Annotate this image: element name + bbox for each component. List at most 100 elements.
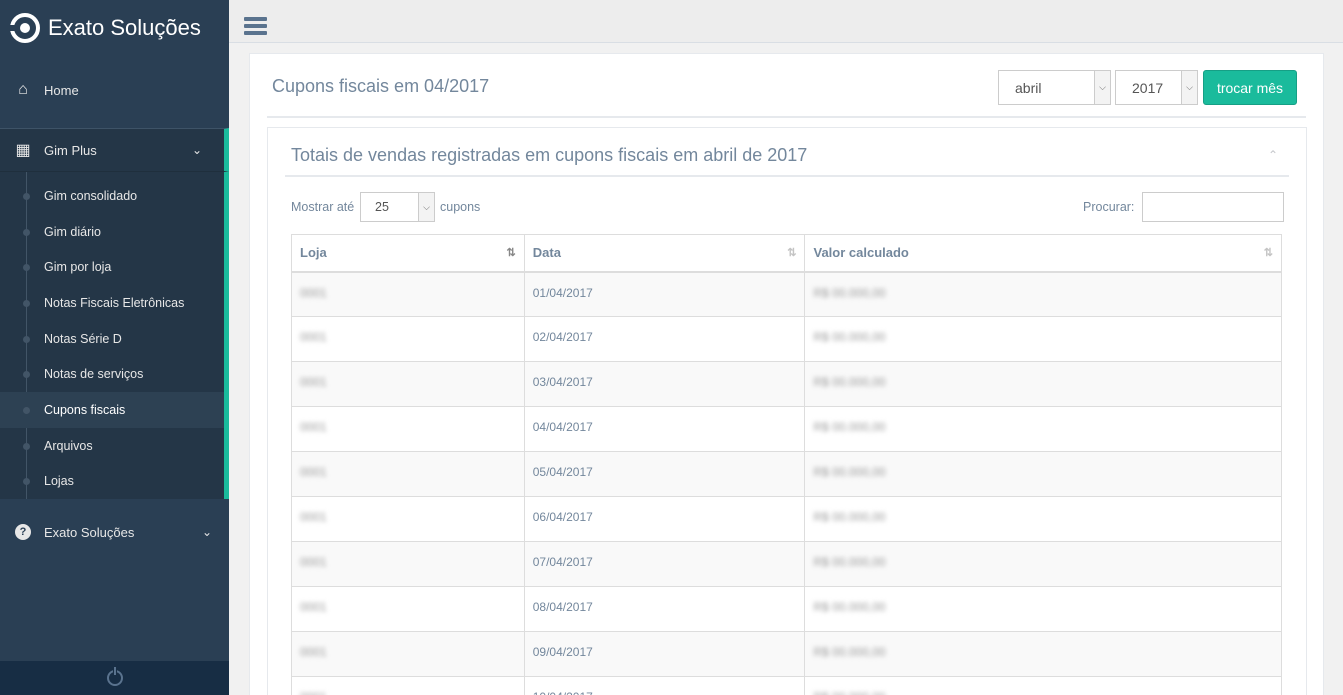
cell-value: R$ 00.000,00: [813, 645, 886, 659]
cell-data: 06/04/2017: [523, 496, 806, 542]
column-label: Loja: [300, 245, 327, 261]
calendar-icon: ▦: [15, 142, 31, 159]
table-row: 0001 08/04/2017 R$ 00.000,00: [291, 586, 1282, 632]
cell-value: 03/04/2017: [532, 375, 593, 389]
cell-value: 0001: [300, 330, 327, 344]
sidebar-section-exato[interactable]: ? Exato Soluções ⌄: [0, 512, 229, 552]
sidebar-item-label: Home: [44, 82, 79, 98]
top-nav: [229, 0, 1343, 43]
sidebar-item-label: Notas de serviços: [44, 367, 144, 381]
sidebar-item-label: Arquivos: [44, 439, 93, 453]
home-icon: ⌂: [18, 81, 28, 98]
cell-value: 0001: [300, 690, 327, 695]
sidebar-item-notas-fiscais-eletronicas[interactable]: Notas Fiscais Eletrônicas: [0, 285, 224, 321]
power-icon[interactable]: [106, 667, 123, 686]
divider: [285, 175, 1289, 177]
help-icon: ?: [15, 524, 31, 540]
cell-data: 10/04/2017: [523, 676, 806, 695]
cell-value: R$ 00.000,00: [813, 555, 886, 569]
coupons-table: Loja ⇅ Data ⇅ Valor calculado ⇅ 0001 01/04/2…: [291, 234, 1282, 695]
sidebar-item-home[interactable]: ⌂ Home: [0, 70, 229, 110]
cell-value: 01/04/2017: [532, 285, 593, 300]
cell-value: R$ 00.000,00: [813, 600, 886, 614]
cell-value: 07/04/2017: [532, 555, 593, 569]
sidebar-item-gim-consolidado[interactable]: Gim consolidado: [0, 178, 224, 214]
year-select[interactable]: 2017 ⌵: [1115, 70, 1198, 105]
table-row: 0001 02/04/2017 R$ 00.000,00: [291, 316, 1282, 362]
sidebar-item-label: Gim consolidado: [44, 189, 138, 203]
table-row: 0001 04/04/2017 R$ 00.000,00: [291, 406, 1282, 452]
table-row: 0001 01/04/2017 R$ 00.000,00: [291, 271, 1282, 317]
cell-valor: R$ 00.000,00: [804, 271, 1282, 317]
sidebar-item-notas-de-servicos[interactable]: Notas de serviços: [0, 356, 224, 392]
table-row: 0001 06/04/2017 R$ 00.000,00: [291, 496, 1282, 542]
sidebar-item-label: Notas Fiscais Eletrônicas: [44, 296, 185, 310]
cell-value: 0001: [300, 600, 327, 614]
cell-value: 0001: [300, 420, 327, 434]
cell-loja: 0001: [291, 676, 525, 695]
length-suffix: cupons: [440, 200, 481, 214]
sidebar-item-arquivos[interactable]: Arquivos: [0, 428, 224, 464]
cell-value: 08/04/2017: [532, 600, 593, 614]
cell-value: 0001: [300, 285, 327, 300]
column-label: Valor calculado: [813, 245, 909, 261]
menu-toggle-icon[interactable]: [244, 17, 267, 36]
cell-valor: R$ 00.000,00: [804, 316, 1282, 362]
chevron-down-icon: ⌄: [191, 143, 202, 157]
brand[interactable]: Exato Soluções: [0, 0, 229, 56]
cell-value: 09/04/2017: [532, 645, 593, 659]
sidebar-item-gim-por-loja[interactable]: Gim por loja: [0, 249, 224, 285]
page-title: Cupons fiscais em 04/2017: [272, 76, 490, 96]
search-input[interactable]: [1142, 192, 1284, 222]
cell-data: 01/04/2017: [523, 271, 806, 317]
table-row: 0001 07/04/2017 R$ 00.000,00: [291, 541, 1282, 587]
cell-value: R$ 00.000,00: [813, 420, 886, 434]
cell-value: 0001: [300, 465, 327, 479]
cell-value: 06/04/2017: [532, 510, 593, 524]
sidebar-item-notas-serie-d[interactable]: Notas Série D: [0, 321, 224, 357]
month-select[interactable]: abril ⌵: [998, 70, 1111, 105]
cell-data: 09/04/2017: [523, 631, 806, 677]
sidebar-item-label: Cupons fiscais: [44, 403, 126, 417]
cell-value: R$ 00.000,00: [813, 510, 886, 524]
month-select-value: abril: [1015, 79, 1042, 96]
cell-valor: R$ 00.000,00: [804, 676, 1282, 695]
chevron-up-icon[interactable]: ⌃: [1268, 148, 1278, 162]
page-length-select[interactable]: 25 ⌵: [360, 192, 435, 222]
brand-logo-icon: [8, 13, 40, 43]
cell-valor: R$ 00.000,00: [804, 631, 1282, 677]
cell-data: 07/04/2017: [523, 541, 806, 587]
cell-loja: 0001: [291, 541, 525, 587]
sidebar-item-lojas[interactable]: Lojas: [0, 463, 224, 499]
cell-loja: 0001: [291, 631, 525, 677]
cell-value: R$ 00.000,00: [813, 465, 886, 479]
cell-value: 0001: [300, 375, 327, 389]
panel-title: Totais de vendas registradas em cupons f…: [291, 145, 808, 165]
sort-icon: ⇅: [1263, 247, 1273, 259]
cell-data: 03/04/2017: [523, 361, 806, 407]
column-header-loja[interactable]: Loja ⇅: [291, 234, 525, 273]
sidebar-item-label: Gim por loja: [44, 260, 112, 274]
cell-loja: 0001: [291, 451, 525, 497]
cell-loja: 0001: [291, 406, 525, 452]
length-label: Mostrar até: [291, 200, 355, 214]
divider: [267, 116, 1306, 118]
sidebar-item-label: Exato Soluções: [44, 524, 135, 540]
cell-value: 0001: [300, 510, 327, 524]
column-header-valor[interactable]: Valor calculado ⇅: [804, 234, 1282, 273]
cell-value: 0001: [300, 645, 327, 659]
totals-panel: Totais de vendas registradas em cupons f…: [267, 127, 1307, 695]
sidebar-item-label: Gim Plus: [44, 142, 97, 158]
cell-value: 0001: [300, 555, 327, 569]
sidebar-item-gim-diario[interactable]: Gim diário: [0, 214, 224, 250]
cell-value: 02/04/2017: [532, 330, 593, 344]
cell-data: 05/04/2017: [523, 451, 806, 497]
sidebar-item-cupons-fiscais[interactable]: Cupons fiscais: [0, 392, 224, 428]
sidebar-section-gim-plus[interactable]: ▦ Gim Plus ⌄: [0, 128, 229, 172]
cell-valor: R$ 00.000,00: [804, 451, 1282, 497]
submenu: Gim consolidado Gim diário Gim por loja …: [0, 172, 229, 499]
cell-loja: 0001: [291, 271, 525, 317]
change-month-button[interactable]: trocar mês: [1203, 70, 1297, 105]
column-header-data[interactable]: Data ⇅: [523, 234, 806, 273]
sidebar-item-label: Gim diário: [44, 225, 101, 239]
